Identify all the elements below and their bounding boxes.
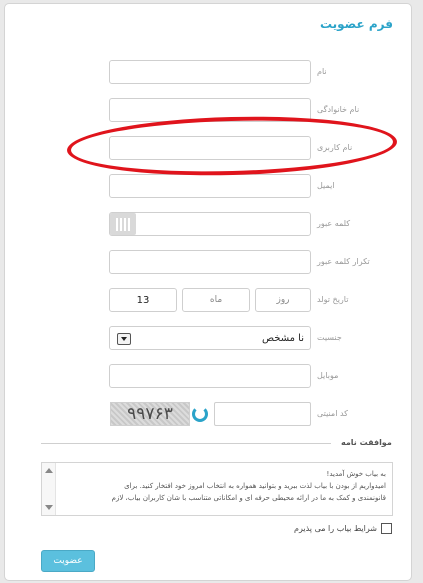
refresh-icon[interactable] (192, 406, 208, 422)
first-name-label: نام (317, 67, 327, 76)
gender-select[interactable]: نا مشخص (109, 326, 311, 350)
mobile-row: موبایل (5, 364, 413, 390)
agreement-heading: موافقت نامه (341, 438, 392, 447)
mobile-input[interactable] (109, 364, 311, 388)
submit-button[interactable]: عضویت (41, 550, 95, 572)
password-input[interactable] (109, 212, 311, 236)
captcha-input[interactable] (214, 402, 311, 426)
gender-selected-value: نا مشخص (262, 333, 304, 344)
agreement-scrollbar[interactable] (42, 463, 56, 515)
agreement-textarea[interactable]: به بیاب خوش آمدید! امیدواریم از بودن با … (41, 462, 393, 516)
password-strength-meter (110, 213, 136, 235)
birth-day-input[interactable]: روز (255, 288, 311, 312)
last-name-label: نام خانوادگی (317, 105, 360, 114)
birth-month-input[interactable]: ماه (182, 288, 250, 312)
password-repeat-label: تکرار کلمه عبور (317, 257, 370, 266)
agreement-line: امیدواریم از بودن با بیاب لذت ببرید و بت… (124, 482, 386, 490)
first-name-row: نام (5, 60, 413, 86)
scroll-down-icon[interactable] (45, 505, 53, 510)
registration-panel: فرم عضویت نام نام خانوادگی نام کاربری ای… (4, 3, 412, 581)
email-input[interactable] (109, 174, 311, 198)
chevron-down-icon[interactable] (117, 333, 131, 345)
scroll-up-icon[interactable] (45, 468, 53, 473)
password-label: کلمه عبور (317, 219, 351, 228)
email-row: ایمیل (5, 174, 413, 200)
gender-row: نا مشخص جنسیت (5, 326, 413, 352)
password-repeat-row: تکرار کلمه عبور (5, 250, 413, 276)
accept-terms-label: شرایط بیاب را می پذیرم (294, 524, 377, 533)
password-repeat-input[interactable] (109, 250, 311, 274)
captcha-row: ۹۹۷۶۳ کد امنیتی (5, 402, 413, 428)
password-row: کلمه عبور (5, 212, 413, 238)
birth-date-label: تاریخ تولد (317, 295, 349, 304)
mobile-label: موبایل (317, 371, 339, 380)
form-title: فرم عضویت (319, 17, 393, 31)
accept-terms-checkbox[interactable] (381, 523, 392, 534)
birth-year-input[interactable]: 13 (109, 288, 177, 312)
captcha-label: کد امنیتی (317, 409, 348, 418)
agreement-text: به بیاب خوش آمدید! امیدواریم از بودن با … (60, 468, 386, 504)
captcha-image: ۹۹۷۶۳ (110, 402, 190, 426)
email-label: ایمیل (317, 181, 335, 190)
agreement-line: به بیاب خوش آمدید! (326, 470, 386, 478)
first-name-input[interactable] (109, 60, 311, 84)
birth-date-row: 13 ماه روز تاریخ تولد (5, 288, 413, 314)
gender-label: جنسیت (317, 333, 342, 342)
agreement-divider (41, 443, 331, 444)
agreement-line: قانونمندی و کمک به ما در ارائه محیطی حرف… (111, 494, 386, 502)
